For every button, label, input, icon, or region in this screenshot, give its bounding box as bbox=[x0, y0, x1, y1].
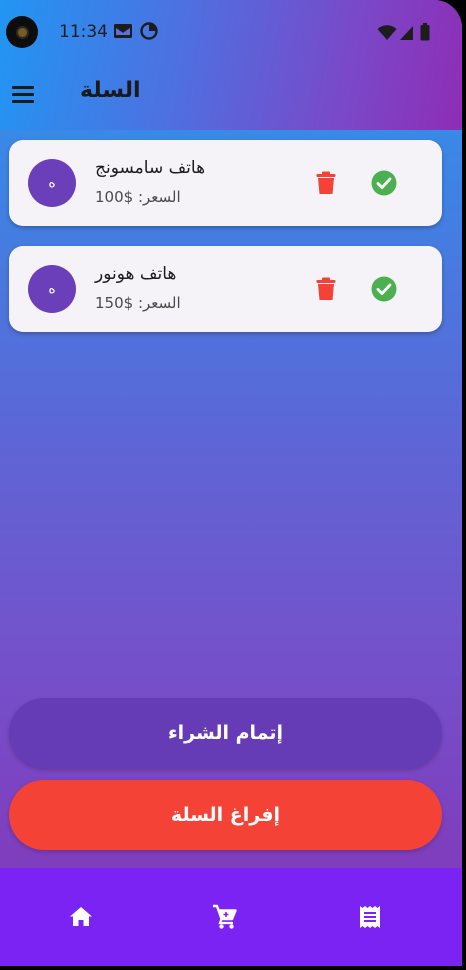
battery-icon bbox=[420, 23, 430, 41]
page-title: السلة bbox=[80, 78, 141, 103]
item-price: السعر: $150 bbox=[95, 294, 181, 312]
front-camera bbox=[6, 16, 38, 48]
cart-item: ه هاتف سامسونج السعر: $100 bbox=[9, 140, 442, 226]
delete-icon bbox=[316, 277, 336, 300]
wifi-icon bbox=[377, 25, 397, 40]
app-bar: 11:34 السلة bbox=[0, 0, 462, 130]
delete-button[interactable] bbox=[312, 169, 340, 197]
hamburger-menu-icon[interactable] bbox=[12, 86, 34, 104]
delete-button[interactable] bbox=[312, 275, 340, 303]
checkout-button[interactable]: إتمام الشراء bbox=[9, 698, 442, 768]
avatar: ه bbox=[28, 265, 76, 313]
status-bar: 11:34 bbox=[0, 0, 462, 64]
gmail-icon bbox=[114, 24, 132, 38]
avatar: ه bbox=[28, 159, 76, 207]
data-saver-icon bbox=[140, 22, 158, 40]
app-screen: 11:34 السلة ه هاتف سامسونج السعر: $100 ه… bbox=[0, 0, 462, 966]
cart-icon[interactable] bbox=[212, 904, 238, 930]
delete-icon bbox=[316, 171, 336, 194]
clear-cart-button[interactable]: إفراغ السلة bbox=[9, 780, 442, 850]
check-circle-icon bbox=[371, 276, 397, 302]
home-icon[interactable] bbox=[68, 904, 94, 930]
item-name: هاتف هونور bbox=[95, 264, 177, 284]
item-name: هاتف سامسونج bbox=[95, 158, 206, 178]
cart-item: ه هاتف هونور السعر: $150 bbox=[9, 246, 442, 332]
confirm-button[interactable] bbox=[370, 169, 398, 197]
item-price: السعر: $100 bbox=[95, 188, 181, 206]
check-circle-icon bbox=[371, 170, 397, 196]
confirm-button[interactable] bbox=[370, 275, 398, 303]
receipt-icon[interactable] bbox=[357, 904, 383, 930]
status-time: 11:34 bbox=[59, 22, 108, 42]
signal-icon bbox=[400, 26, 413, 40]
bottom-navigation bbox=[0, 868, 462, 966]
